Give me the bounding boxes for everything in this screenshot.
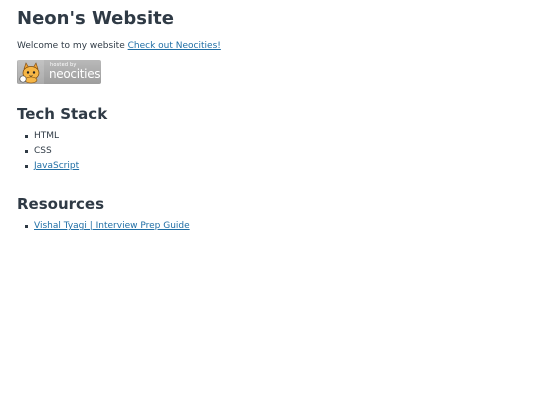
list-item-interview-guide: Vishal Tyagi | Interview Prep Guide xyxy=(25,219,523,234)
neocities-link[interactable]: Check out Neocities! xyxy=(128,41,221,51)
list-item-css: CSS xyxy=(25,144,523,159)
badge-brand-text: neocities xyxy=(49,67,101,81)
javascript-link[interactable]: JavaScript xyxy=(34,161,79,171)
resources-heading: Resources xyxy=(17,195,105,213)
hosted-by-neocities-badge[interactable]: hosted by neocities xyxy=(17,60,101,84)
resources-list: Vishal Tyagi | Interview Prep Guide xyxy=(17,219,523,234)
list-item-html: HTML xyxy=(25,129,523,144)
page-content: Neon's Website Welcome to my website Che… xyxy=(0,0,540,234)
interview-prep-guide-link[interactable]: Vishal Tyagi | Interview Prep Guide xyxy=(34,221,190,231)
list-item-javascript: JavaScript xyxy=(25,159,523,174)
tech-stack-list: HTML CSS JavaScript xyxy=(17,129,523,174)
welcome-text: Welcome to my website xyxy=(17,41,125,51)
page-title: Neon's Website xyxy=(17,8,174,29)
neocities-cat-icon xyxy=(18,60,44,84)
welcome-paragraph: Welcome to my website Check out Neocitie… xyxy=(17,40,523,52)
tech-stack-heading: Tech Stack xyxy=(17,105,108,123)
